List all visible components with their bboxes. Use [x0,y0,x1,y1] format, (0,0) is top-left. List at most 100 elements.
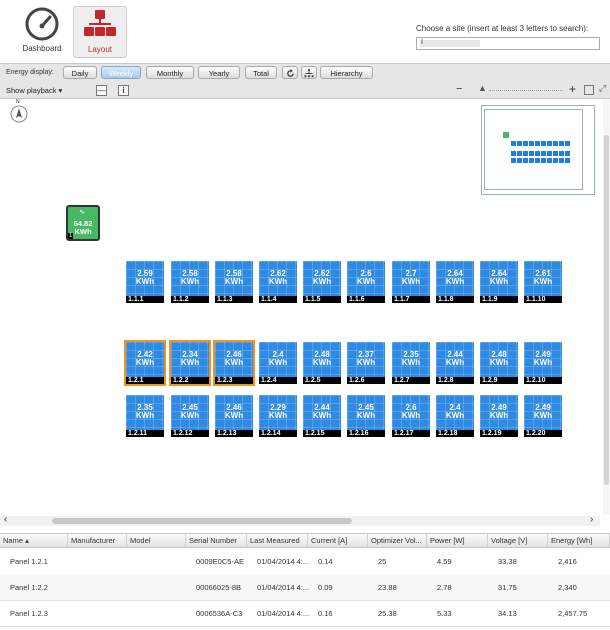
site-search-value: I [421,39,423,46]
solar-panel[interactable]: 2.4 KWh 1.2.18 [436,395,474,437]
hierarchy-button[interactable]: Hierarchy [320,66,373,79]
collapse-button[interactable]: — [96,85,107,96]
solar-panel[interactable]: 2.58 KWh 1.1.2 [171,261,209,303]
column-header[interactable]: Last Measured [247,534,308,547]
site-layout-icon [84,10,116,36]
show-playback-dropdown[interactable]: Show playback ▾ [6,86,62,95]
column-header[interactable]: Model [127,534,186,547]
weekly-button[interactable]: Weekly [101,66,141,79]
column-header[interactable]: Voltage [V] [488,534,548,547]
zoom-out-icon[interactable]: − [456,83,462,95]
solar-panel[interactable]: 2.44 KWh 1.2.8 [436,342,474,384]
solar-panel[interactable]: 2.45 KWh 1.2.12 [171,395,209,437]
daily-button[interactable]: Daily [63,66,97,79]
panel-energy: 2.6 KWh [356,269,376,286]
minimap[interactable] [481,105,595,195]
layout-canvas[interactable]: N ∿ 64.82 KWh 1 2.59 KWh 1.1.1 2.58 KWh 1.1.2… [0,99,610,515]
panel-energy: 2.45 KWh [356,403,376,420]
solar-panel[interactable]: 2.48 KWh 1.2.5 [303,342,341,384]
layout-button[interactable]: Layout [73,6,127,58]
column-header[interactable]: Power [W] [427,534,488,547]
panel-energy: 2.44 KWh [445,350,465,367]
table-row[interactable]: Panel 1.2.3 0006536A-C3 01/04/2014 4:... 0.… [0,600,610,627]
panel-energy: 2.58 KWh [180,269,200,286]
solar-panel[interactable]: 2.49 KWh 1.2.20 [524,395,562,437]
table-row[interactable]: Panel 1.2.1 0009E0C5-AE 01/04/2014 4:... 0.… [0,548,610,575]
panel-id: 1.2.3 [215,377,253,384]
solar-panel[interactable]: 2.42 KWh 1.2.1 [124,340,166,386]
solar-panel[interactable]: 2.58 KWh 1.1.3 [215,261,253,303]
vertical-scroll-thumb[interactable] [604,135,609,485]
autocomplete-hint [420,40,480,47]
horizontal-scrollbar[interactable]: ‹ › [0,514,600,526]
solar-panel[interactable]: 2.61 KWh 1.1.10 [524,261,562,303]
panel-id: 1.2.20 [524,430,562,437]
inverter[interactable]: ∿ 64.82 KWh 1 [66,205,100,241]
scroll-right-icon[interactable]: › [590,514,593,525]
site-search-input[interactable]: I [416,37,600,50]
solar-panel[interactable]: 2.64 KWh 1.1.9 [480,261,518,303]
monthly-button[interactable]: Monthly [146,66,194,79]
column-header[interactable]: Current [A] [308,534,368,547]
column-header[interactable]: Optimizer Vol... [368,534,427,547]
playback-toolbar: Show playback ▾ — i − ▲ + ⤢ [0,82,610,99]
zoom-slider[interactable] [489,90,563,91]
solar-panel[interactable]: 2.48 KWh 1.2.9 [480,342,518,384]
solar-panel[interactable]: 2.37 KWh 1.2.6 [347,342,385,384]
table-row[interactable]: Panel 1.2.2 00066025-8B 01/04/2014 4:... 0.… [0,574,610,601]
table-cell: 01/04/2014 4:... [257,557,310,566]
solar-panel[interactable]: 2.7 KWh 1.1.7 [392,261,430,303]
panel-id: 1.2.15 [303,430,341,437]
table-cell: 0.09 [318,583,333,592]
column-header[interactable]: Name ▴ [0,534,68,547]
solar-panel[interactable]: 2.59 KWh 1.1.1 [126,261,164,303]
panel-id: 1.2.7 [392,377,430,384]
column-header[interactable]: Manufacturer [68,534,127,547]
solar-panel[interactable]: 2.46 KWh 1.2.3 [213,340,255,386]
column-header[interactable]: Serial Number [186,534,247,547]
solar-panel[interactable]: 2.35 KWh 1.2.11 [126,395,164,437]
horizontal-scroll-thumb[interactable] [52,518,352,524]
refresh-button[interactable] [282,66,298,79]
panel-id: 1.2.11 [126,430,164,437]
zoom-in-icon[interactable]: + [569,82,576,96]
solar-panel[interactable]: 2.45 KWh 1.2.16 [347,395,385,437]
total-button[interactable]: Total [245,66,277,79]
compass-label: N [16,99,20,105]
solar-panel[interactable]: 2.64 KWh 1.1.8 [436,261,474,303]
solar-panel[interactable]: 2.6 KWh 1.1.6 [347,261,385,303]
yearly-button[interactable]: Yearly [198,66,240,79]
panel-energy: 2.37 KWh [356,350,376,367]
scroll-left-icon[interactable]: ‹ [4,514,7,525]
refresh-icon [286,69,294,77]
panel-id: 1.2.17 [392,430,430,437]
info-button[interactable]: i [118,85,129,96]
solar-panel[interactable]: 2.49 KWh 1.2.10 [524,342,562,384]
minimap-viewport[interactable] [484,109,583,190]
compass-icon[interactable]: N [10,99,28,123]
column-header[interactable]: Energy [Wh] [548,534,610,547]
solar-panel[interactable]: 2.62 KWh 1.1.5 [303,261,341,303]
vertical-scrollbar[interactable] [603,99,610,515]
solar-panel[interactable]: 2.34 KWh 1.2.2 [169,340,211,386]
solar-panel[interactable]: 2.44 KWh 1.2.15 [303,395,341,437]
solar-panel[interactable]: 2.29 KWh 1.2.14 [259,395,297,437]
zoom-slider-handle-icon[interactable]: ▲ [478,83,487,93]
panel-id: 1.1.9 [480,296,518,303]
solar-panel[interactable]: 2.4 KWh 1.2.4 [259,342,297,384]
fullscreen-icon[interactable]: ⤢ [599,83,606,94]
dashboard-button[interactable]: Dashboard [16,6,68,56]
solar-panel[interactable]: 2.49 KWh 1.2.19 [480,395,518,437]
tree-icon [304,69,314,78]
solar-panel[interactable]: 2.35 KWh 1.2.7 [392,342,430,384]
solar-panel[interactable]: 2.6 KWh 1.2.17 [392,395,430,437]
panel-energy: 2.64 KWh [489,269,509,286]
fit-to-screen-icon[interactable] [584,85,594,95]
panel-energy: 2.49 KWh [489,403,509,420]
panel-energy: 2.45 KWh [180,403,200,420]
site-search-label: Choose a site (insert at least 3 letters… [416,24,589,33]
solar-panel[interactable]: 2.46 KWh 1.2.13 [215,395,253,437]
tree-view-button[interactable] [301,66,317,79]
solar-panel[interactable]: 2.62 KWh 1.1.4 [259,261,297,303]
panel-id: 1.2.18 [436,430,474,437]
